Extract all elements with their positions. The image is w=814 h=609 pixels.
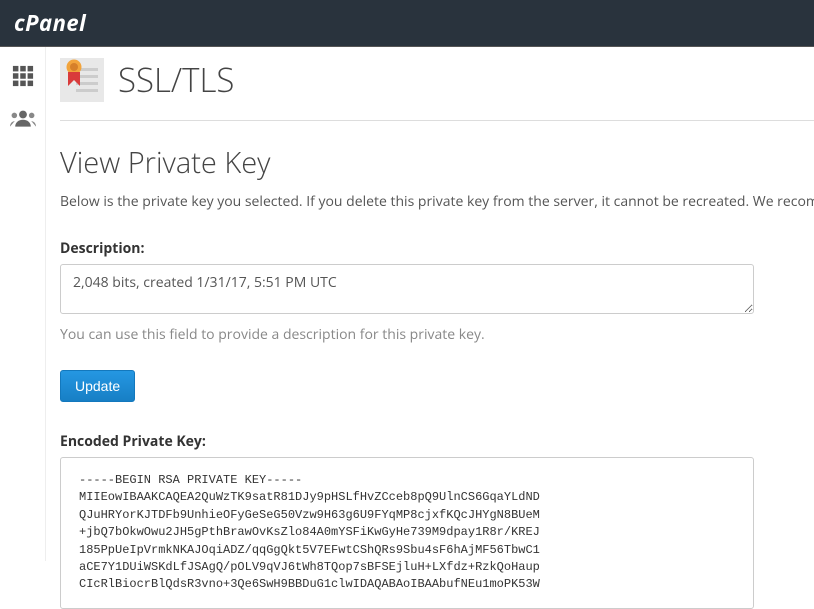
page-title: SSL/TLS xyxy=(118,57,234,102)
main-wrap: SSL/TLS View Private Key Below is the pr… xyxy=(0,47,814,561)
ssl-page-icon xyxy=(60,58,104,102)
section-title: View Private Key xyxy=(60,143,814,182)
description-input[interactable] xyxy=(60,264,754,314)
description-help: You can use this field to provide a desc… xyxy=(60,325,814,344)
page-header: SSL/TLS xyxy=(60,57,814,121)
section-description: Below is the private key you selected. I… xyxy=(60,192,814,211)
content: SSL/TLS View Private Key Below is the pr… xyxy=(46,47,814,561)
description-label: Description: xyxy=(60,239,814,258)
grid-icon xyxy=(12,65,34,87)
sidebar-apps-icon[interactable] xyxy=(0,59,46,93)
sidebar xyxy=(0,47,46,561)
cpanel-logo[interactable]: cPanel xyxy=(14,8,87,38)
sidebar-users-icon[interactable] xyxy=(0,101,46,135)
users-icon xyxy=(10,108,36,128)
ribbon-icon xyxy=(65,58,83,88)
update-button[interactable]: Update xyxy=(60,370,135,402)
logo-text: cPanel xyxy=(14,8,86,38)
encoded-key-label: Encoded Private Key: xyxy=(60,432,814,451)
encoded-key-box[interactable]: -----BEGIN RSA PRIVATE KEY----- MIIEowIB… xyxy=(60,457,754,609)
top-bar: cPanel xyxy=(0,0,814,47)
